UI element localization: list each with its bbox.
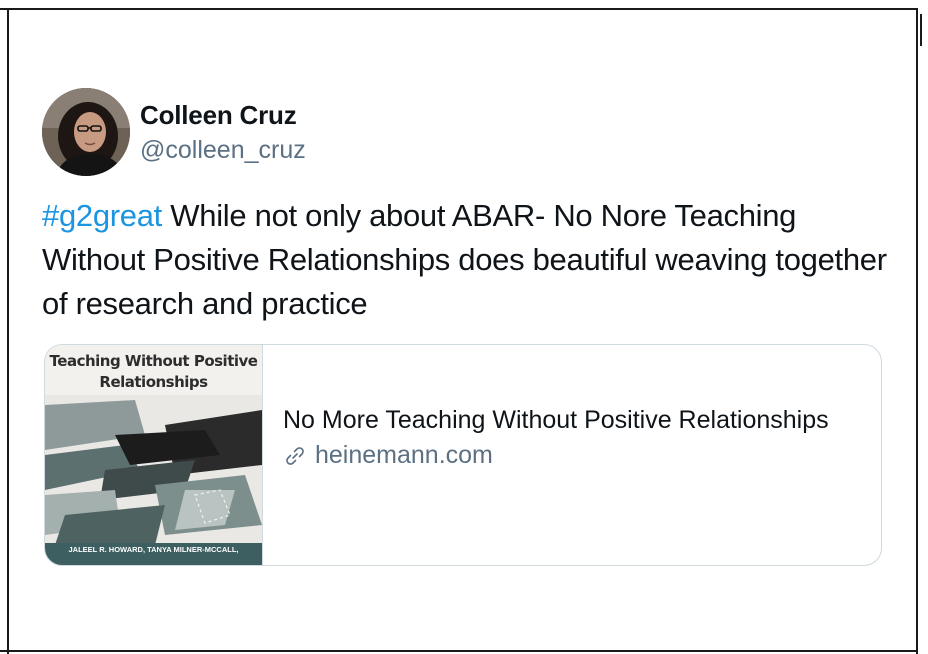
- avatar[interactable]: [42, 88, 130, 176]
- card-domain-row: heinemann.com: [283, 441, 843, 470]
- link-icon: [286, 446, 304, 465]
- link-preview-card[interactable]: Teaching Without Positive Relationships …: [44, 344, 882, 566]
- screenshot-frame-tick: [920, 14, 922, 46]
- book-cover-title: Teaching Without Positive Relationships: [49, 352, 258, 391]
- screenshot-frame-right: [916, 8, 918, 654]
- card-body: No More Teaching Without Positive Relati…: [283, 403, 843, 470]
- screenshot-frame-bottom: [0, 650, 918, 652]
- card-title: No More Teaching Without Positive Relati…: [283, 406, 829, 434]
- book-cover-authors: JALEEL R. HOWARD, TANYA MILNER-MCCALL,: [45, 543, 262, 565]
- card-domain: heinemann.com: [315, 441, 493, 469]
- tweet-author: Colleen Cruz @colleen_cruz: [140, 100, 306, 165]
- avatar-photo: [42, 88, 130, 176]
- tweet-body: While not only about ABAR- No Nore Teach…: [42, 198, 887, 321]
- tweet-text: #g2great While not only about ABAR- No N…: [42, 194, 892, 326]
- user-handle[interactable]: @colleen_cruz: [140, 136, 306, 165]
- screenshot-frame-top: [0, 8, 918, 10]
- hashtag-link[interactable]: #g2great: [42, 198, 162, 233]
- screenshot-frame-left: [7, 8, 9, 654]
- hands-illustration: [45, 395, 262, 545]
- display-name[interactable]: Colleen Cruz: [140, 100, 306, 131]
- book-cover-image: Teaching Without Positive Relationships …: [45, 345, 263, 565]
